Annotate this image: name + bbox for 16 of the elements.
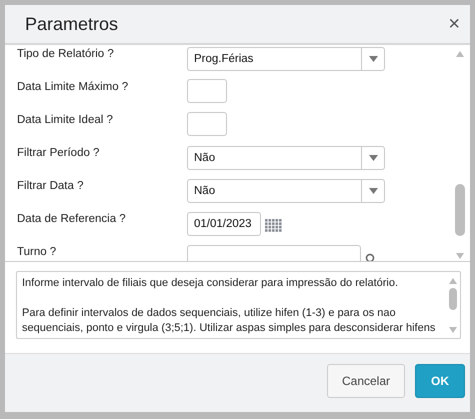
date-field[interactable]: 01/01/2023 [187, 212, 261, 236]
field-label: Data Limite Ideal ? [17, 113, 114, 126]
dropdown[interactable]: Não [187, 179, 385, 203]
dropdown[interactable]: Não [187, 146, 385, 170]
field-label: Turno ? [17, 245, 58, 258]
help-paragraph: Informe intervalo de filiais que deseja considerar para impressão do relatório. [22, 276, 400, 291]
window-title: Parametros [25, 14, 118, 34]
help-paragraph: Para definir intervalos de dados sequenciais, utilize hifen (1-3) e para os nao sequenciais, ponto e virgula (3;5;1). Utilizar aspas simples para desconsiderar hifens [22, 306, 436, 336]
field-label: Filtrar Data ? [17, 179, 84, 192]
field-label: Data de Referencia ? [17, 212, 127, 225]
field-label: Tipo de Relatório ? [17, 47, 115, 60]
close-button[interactable]: × [448, 14, 460, 34]
field-label: Data Limite Máximo ? [17, 80, 130, 93]
dropdown[interactable]: Prog.Férias [187, 47, 385, 71]
field-label: Filtrar Período ? [17, 146, 100, 159]
cancel-button[interactable]: Cancelar [327, 364, 405, 398]
